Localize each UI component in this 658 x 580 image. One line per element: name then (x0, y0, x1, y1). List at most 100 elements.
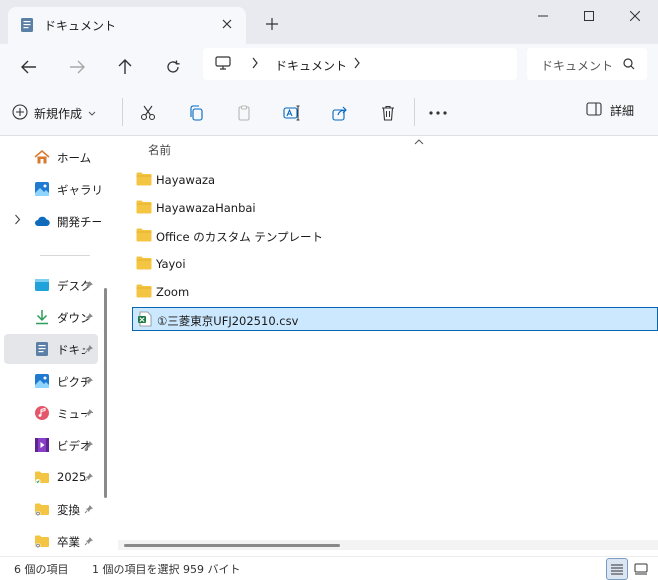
status-bar: 6 個の項目 1 個の項目を選択 959 バイト (0, 556, 658, 580)
file-name: Yayoi (156, 257, 186, 271)
chevron-right-icon[interactable] (353, 57, 361, 72)
pictures-icon (34, 373, 50, 389)
sidebar-item-pictures[interactable]: ピクチャ (4, 366, 98, 396)
search-icon (623, 58, 635, 73)
sidebar-scrollbar[interactable] (104, 288, 107, 498)
chevron-right-icon[interactable] (251, 57, 259, 72)
file-list: 名前 Hayawaza HayawazaHanbai Office のカスタム … (118, 136, 658, 556)
scrollbar-thumb[interactable] (124, 544, 340, 547)
new-tab-icon[interactable] (260, 12, 284, 36)
chevron-right-icon[interactable] (14, 214, 21, 228)
pin-icon[interactable] (84, 439, 94, 453)
command-toolbar: 新規作成 詳細 (0, 88, 658, 136)
tab-title: ドキュメント (44, 19, 117, 33)
file-name: Hayawaza (156, 173, 216, 187)
column-header-name[interactable]: 名前 (148, 142, 171, 158)
details-pane-button[interactable]: 詳細 (586, 102, 634, 119)
cut-icon[interactable] (135, 100, 161, 126)
sidebar-item-videos[interactable]: ビデオ (4, 430, 98, 460)
sidebar-item-desktop[interactable]: デスクトップ (4, 270, 98, 300)
close-window-icon[interactable] (612, 0, 658, 32)
sidebar-item-label: ホーム (57, 151, 92, 165)
pin-icon[interactable] (84, 503, 94, 517)
search-placeholder[interactable]: ドキュメント (541, 57, 613, 74)
pin-icon[interactable] (84, 535, 94, 549)
folder-icon (34, 533, 50, 549)
list-item-selected[interactable]: ①三菱東京UFJ202510.csv (132, 307, 658, 331)
file-name: Office のカスタム テンプレート (156, 230, 324, 244)
pin-icon[interactable] (84, 375, 94, 389)
details-label: 詳細 (610, 104, 635, 118)
pin-icon[interactable] (84, 407, 94, 421)
delete-icon[interactable] (375, 100, 401, 126)
sidebar-item-convert[interactable]: 変換 (4, 494, 98, 524)
home-icon (34, 149, 50, 165)
music-icon (34, 405, 50, 421)
sidebar-item-music[interactable]: ミュージック (4, 398, 98, 428)
breadcrumb-documents[interactable]: ドキュメント (275, 57, 347, 74)
desktop-icon (34, 277, 50, 293)
download-icon (34, 309, 50, 325)
sidebar-item-label: ドキュメント (57, 343, 85, 357)
details-view-icon[interactable] (606, 558, 628, 580)
sidebar-item-graduation[interactable]: 卒業 (4, 526, 98, 556)
folder-icon (136, 200, 152, 214)
forward-arrow-icon[interactable] (62, 52, 92, 82)
selection-info: 1 個の項目を選択 959 バイト (92, 563, 241, 576)
folder-icon (136, 228, 152, 242)
folder-icon (136, 256, 152, 270)
tab-documents[interactable]: ドキュメント (8, 7, 246, 44)
list-item[interactable]: Hayawaza (132, 168, 658, 192)
pin-icon[interactable] (84, 311, 94, 325)
share-icon[interactable] (327, 100, 353, 126)
pin-icon[interactable] (84, 471, 94, 485)
sidebar-item-home[interactable]: ホーム (4, 142, 98, 172)
title-bar: ドキュメント (0, 0, 658, 44)
list-item[interactable]: Zoom (132, 280, 658, 304)
folder-icon (34, 469, 50, 485)
sidebar-item-label: 開発チーム (57, 215, 101, 229)
rename-icon[interactable] (279, 100, 305, 126)
file-name: Zoom (156, 285, 190, 299)
sidebar-item-2025[interactable]: 2025 (4, 462, 98, 492)
refresh-icon[interactable] (158, 52, 188, 82)
sidebar-divider (40, 255, 90, 256)
document-icon (34, 341, 50, 357)
chevron-down-icon (88, 106, 96, 120)
sidebar-item-documents[interactable]: ドキュメント (4, 334, 98, 364)
item-count: 6 個の項目 (14, 563, 69, 576)
back-arrow-icon[interactable] (14, 52, 44, 82)
file-name: HayawazaHanbai (156, 201, 256, 215)
horizontal-scrollbar[interactable] (118, 540, 658, 550)
sort-chevron-up-icon[interactable] (414, 134, 424, 148)
list-item[interactable]: Office のカスタム テンプレート (132, 224, 658, 248)
folder-icon (136, 172, 152, 186)
copy-icon[interactable] (183, 100, 209, 126)
video-icon (34, 437, 50, 453)
gallery-icon (34, 181, 50, 197)
sidebar-item-dev-team[interactable]: 開発チーム (4, 206, 101, 236)
plus-circle-icon (12, 103, 28, 123)
pin-icon[interactable] (84, 343, 94, 357)
minimize-icon[interactable] (520, 0, 566, 32)
more-options-icon[interactable] (425, 100, 451, 126)
computer-icon (215, 56, 231, 73)
paste-icon[interactable] (231, 100, 257, 126)
list-item[interactable]: HayawazaHanbai (132, 196, 658, 220)
address-bar[interactable]: ドキュメント (203, 48, 517, 80)
excel-csv-icon (137, 311, 153, 327)
sidebar-item-gallery[interactable]: ギャラリー (4, 174, 101, 204)
tiles-view-icon[interactable] (630, 558, 652, 580)
details-pane-icon (586, 102, 602, 119)
cloud-icon (34, 213, 50, 229)
close-tab-icon[interactable] (216, 13, 238, 35)
document-icon (20, 17, 34, 33)
new-button[interactable]: 新規作成 (12, 100, 96, 126)
sidebar-item-downloads[interactable]: ダウンロード (4, 302, 98, 332)
pin-icon[interactable] (84, 279, 94, 293)
maximize-icon[interactable] (566, 0, 612, 32)
up-arrow-icon[interactable] (110, 52, 140, 82)
folder-icon (136, 284, 152, 298)
list-item[interactable]: Yayoi (132, 252, 658, 276)
search-box[interactable]: ドキュメント (527, 48, 647, 80)
